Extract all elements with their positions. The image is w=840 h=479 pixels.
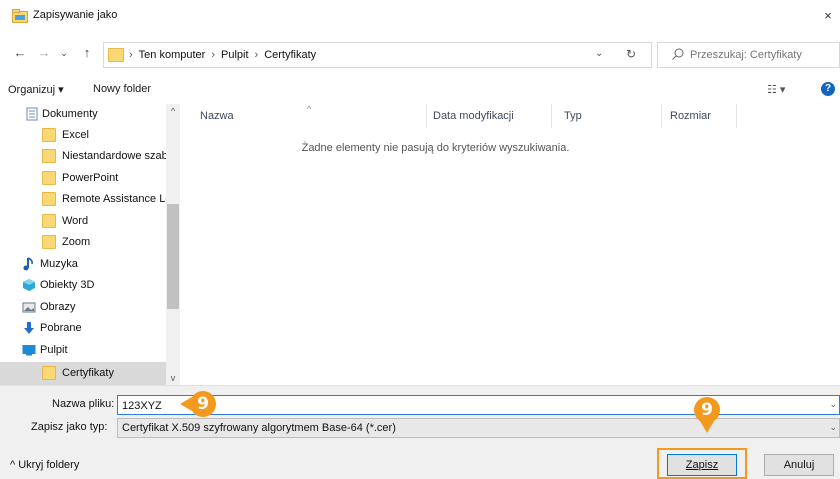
hide-folders-button[interactable]: ^ Ukryj foldery — [10, 459, 79, 471]
window-title: Zapisywanie jako — [33, 9, 118, 21]
pictures-icon — [22, 302, 36, 313]
organize-button[interactable]: Organizuj ▾ — [8, 83, 64, 96]
nav-item-label: Obiekty 3D — [40, 279, 95, 291]
refresh-icon[interactable]: ↻ — [626, 47, 636, 61]
address-bar[interactable]: › Ten komputer › Pulpit › Certyfikaty ⌄ … — [103, 42, 652, 68]
nav-item-label: Dokumenty — [42, 108, 98, 120]
folder-icon — [42, 192, 56, 206]
nav-item-muzyka[interactable]: Muzyka — [0, 254, 166, 275]
navigation-pane: Dokumenty Excel Niestandardowe szablo Po… — [0, 104, 180, 385]
nav-item-label: Muzyka — [40, 258, 78, 270]
file-list: ^ Nazwa Data modyfikacji Typ Rozmiar Żad… — [181, 104, 840, 385]
column-header-name[interactable]: Nazwa — [200, 110, 234, 122]
column-header-size[interactable]: Rozmiar — [670, 110, 711, 122]
search-input[interactable] — [690, 47, 835, 63]
documents-icon — [26, 107, 38, 121]
downloads-icon — [24, 322, 34, 334]
search-icon — [672, 48, 684, 60]
3d-objects-icon — [23, 279, 35, 291]
nav-item-pobrane[interactable]: Pobrane — [0, 318, 166, 339]
help-icon[interactable]: ? — [821, 82, 835, 96]
nav-item-label: Certyfikaty — [62, 367, 114, 379]
nav-item-label: Niestandardowe szablo — [62, 150, 166, 162]
step-pointer-arrow — [700, 421, 714, 433]
nav-item-certyfikaty[interactable]: Certyfikaty — [0, 362, 166, 385]
column-header-date[interactable]: Data modyfikacji — [433, 110, 514, 122]
nav-item-label: Word — [62, 215, 89, 227]
sort-caret-icon: ^ — [307, 104, 312, 114]
empty-state: Żadne elementy nie pasują do kryteriów w… — [181, 142, 840, 154]
column-divider[interactable] — [661, 104, 662, 128]
search-box[interactable] — [657, 42, 840, 68]
filetype-dropdown-chevron-icon[interactable]: ⌄ — [829, 422, 837, 433]
close-icon[interactable]: × — [816, 0, 840, 32]
step-badge: 9 — [190, 391, 216, 417]
folder-icon — [108, 48, 124, 62]
back-arrow-icon[interactable]: ← — [11, 44, 29, 62]
nav-item-excel[interactable]: Excel — [0, 125, 166, 146]
folder-icon — [42, 128, 56, 142]
scroll-up-icon[interactable]: ^ — [166, 106, 180, 116]
column-divider[interactable] — [426, 104, 427, 128]
nav-item-niestandardowe-szablony[interactable]: Niestandardowe szablo — [0, 146, 166, 167]
toolbar: Organizuj ▾ Nowy folder ☷ ▾ ? — [0, 78, 840, 104]
new-folder-button[interactable]: Nowy folder — [93, 83, 151, 95]
breadcrumb-separator-icon: › — [254, 49, 259, 61]
nav-item-remote-assistance[interactable]: Remote Assistance Log — [0, 189, 166, 210]
desktop-icon — [22, 345, 36, 356]
breadcrumb: › Ten komputer › Pulpit › Certyfikaty — [129, 49, 316, 61]
nav-item-word[interactable]: Word — [0, 211, 166, 232]
scroll-thumb[interactable] — [167, 204, 179, 309]
breadcrumb-separator-icon: › — [211, 49, 215, 61]
nav-item-label: Zoom — [62, 236, 91, 248]
address-dropdown-chevron-icon[interactable]: ⌄ — [595, 48, 603, 59]
music-icon — [23, 257, 33, 271]
nav-item-label: Pulpit — [40, 344, 68, 356]
column-divider[interactable] — [736, 104, 737, 128]
recent-locations-chevron-icon[interactable]: ⌄ — [55, 44, 73, 62]
nav-item-zoom[interactable]: Zoom — [0, 232, 166, 253]
folder-icon — [42, 214, 56, 228]
filetype-value: Certyfikat X.509 szyfrowany algorytmem B… — [122, 422, 396, 434]
nav-item-label: Remote Assistance Log — [62, 193, 166, 205]
nav-item-pulpit[interactable]: Pulpit — [0, 340, 166, 361]
scroll-down-icon[interactable]: v — [166, 373, 180, 383]
address-row: ← → ⌄ ↑ › Ten komputer › Pulpit › Certyf… — [0, 40, 840, 70]
nav-item-obiekty-3d[interactable]: Obiekty 3D — [0, 275, 166, 296]
filename-dropdown-chevron-icon[interactable]: ⌄ — [829, 399, 837, 410]
cancel-button[interactable]: Anuluj — [764, 454, 834, 476]
filetype-label: Zapisz jako typ: — [31, 421, 108, 433]
nav-scrollbar[interactable]: ^ v — [166, 104, 180, 385]
view-options-icon[interactable]: ☷ ▾ — [767, 83, 785, 96]
up-arrow-icon[interactable]: ↑ — [78, 44, 96, 62]
folder-icon — [42, 366, 56, 380]
nav-item-powerpoint[interactable]: PowerPoint — [0, 168, 166, 189]
filename-field[interactable]: ⌄ — [117, 395, 840, 415]
nav-item-obrazy[interactable]: Obrazy — [0, 297, 166, 318]
nav-item-dokumenty[interactable]: Dokumenty — [0, 104, 166, 125]
breadcrumb-item[interactable]: Ten komputer — [139, 49, 206, 61]
folder-icon — [42, 171, 56, 185]
nav-item-label: Obrazy — [40, 301, 76, 313]
empty-state-message: Żadne elementy nie pasują do kryteriów w… — [301, 142, 570, 154]
breadcrumb-item[interactable]: Pulpit — [221, 49, 249, 61]
column-divider[interactable] — [551, 104, 552, 128]
breadcrumb-item[interactable]: Certyfikaty — [264, 49, 316, 61]
filename-label: Nazwa pliku: — [52, 398, 115, 410]
step-badge: 9 — [694, 397, 720, 423]
folder-icon — [42, 235, 56, 249]
save-button-highlight — [657, 448, 747, 479]
nav-item-label: PowerPoint — [62, 172, 119, 184]
nav-item-label: Pobrane — [40, 322, 82, 334]
folder-icon — [42, 149, 56, 163]
forward-arrow-icon[interactable]: → — [35, 44, 53, 62]
breadcrumb-separator-icon: › — [129, 49, 133, 61]
nav-item-label: Excel — [62, 129, 89, 141]
title-bar: Zapisywanie jako × — [0, 0, 840, 32]
column-header-type[interactable]: Typ — [564, 110, 582, 122]
filetype-select[interactable]: Certyfikat X.509 szyfrowany algorytmem B… — [117, 418, 840, 438]
save-dialog-icon — [12, 9, 28, 23]
